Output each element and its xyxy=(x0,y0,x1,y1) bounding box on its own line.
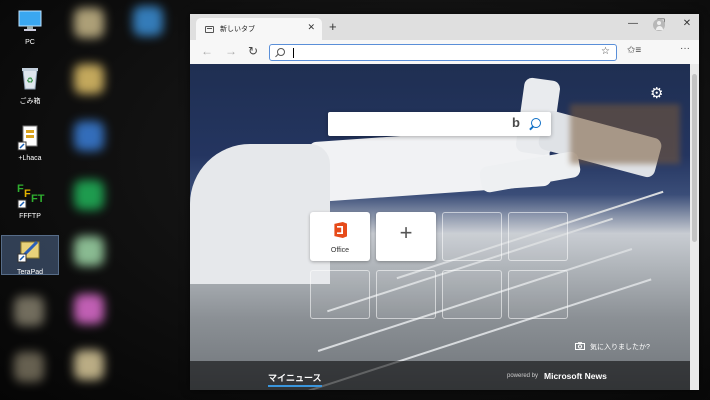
scrollbar-thumb[interactable] xyxy=(692,74,697,242)
tab-my-news[interactable]: マイニュース xyxy=(268,371,322,387)
svg-text:♻: ♻ xyxy=(26,76,33,85)
ffftp-icon: FFFTP xyxy=(15,180,52,210)
desktop-icon-ffftp[interactable]: FFFTP FFFTP xyxy=(2,180,58,220)
text-cursor xyxy=(293,48,294,58)
address-bar[interactable]: ☆ xyxy=(269,44,617,61)
new-tab-page: ⚙ b Office + 気に入りましたか? マイニュース powered by… xyxy=(190,64,690,390)
quick-link-empty xyxy=(376,270,436,319)
more-menu-icon[interactable]: ··· xyxy=(680,43,690,54)
new-tab-button[interactable]: + xyxy=(329,19,337,34)
blurred-icon xyxy=(74,121,104,151)
lhaca-icon xyxy=(15,122,45,152)
svg-text:F: F xyxy=(17,183,24,195)
add-quick-link-button[interactable]: + xyxy=(376,212,436,261)
pc-icon xyxy=(15,6,45,36)
microsoft-news-logo: Microsoft News xyxy=(544,371,607,381)
search-icon[interactable] xyxy=(531,118,541,128)
forward-button[interactable]: → xyxy=(225,44,237,58)
quick-link-label: Office xyxy=(330,247,350,254)
blurred-icon xyxy=(74,294,104,324)
tab-title: 新しいタブ xyxy=(220,26,255,33)
profile-avatar-icon[interactable] xyxy=(653,19,665,31)
close-window-button[interactable]: ✕ xyxy=(676,18,698,29)
svg-text:FTP: FTP xyxy=(31,193,45,205)
blurred-icon xyxy=(133,6,163,36)
desktop-icon-label: ごみ箱 xyxy=(19,98,41,105)
like-image-link[interactable]: 気に入りましたか? xyxy=(590,342,650,352)
terapad-icon xyxy=(15,236,45,266)
tab-bar: 新しいタブ ✕ + — ☐ ✕ xyxy=(190,14,699,40)
plus-icon: + xyxy=(399,220,413,245)
settings-gear-icon[interactable]: ⚙ xyxy=(650,84,663,102)
office-icon xyxy=(334,222,347,238)
desktop-icon-label: FFFTP xyxy=(19,213,41,220)
minimize-button[interactable]: — xyxy=(622,18,644,29)
refresh-button[interactable]: ↻ xyxy=(248,44,258,58)
recycle-bin-icon: ♻ xyxy=(15,63,45,93)
favorite-star-icon[interactable]: ☆ xyxy=(601,46,610,57)
quick-link-empty xyxy=(442,270,502,319)
favorites-list-icon[interactable]: ✩≡ xyxy=(627,45,641,56)
bing-logo-icon: b xyxy=(512,115,520,130)
page-search-box[interactable]: b xyxy=(328,112,551,136)
blurred-icon xyxy=(14,296,44,326)
powered-by-label: powered by xyxy=(507,373,539,379)
new-tab-page-icon xyxy=(205,25,214,33)
tab-new-tab[interactable]: 新しいタブ ✕ xyxy=(196,18,322,40)
search-icon xyxy=(277,48,285,56)
browser-window: 新しいタブ ✕ + — ☐ ✕ ← → ↻ ☆ ✩≡ ··· xyxy=(190,14,699,390)
quick-link-empty xyxy=(508,212,568,261)
quick-link-empty xyxy=(310,270,370,319)
tab-close-icon[interactable]: ✕ xyxy=(307,22,315,33)
svg-text:F: F xyxy=(24,188,31,200)
desktop-icon-terapad[interactable]: TeraPad xyxy=(1,235,59,276)
blurred-icon xyxy=(74,236,104,266)
quick-link-empty xyxy=(442,212,502,261)
desktop-icon-label: TeraPad xyxy=(16,269,44,276)
desktop-icon-label: PC xyxy=(25,39,35,46)
desktop-icon-lhaca[interactable]: +Lhaca xyxy=(2,122,58,162)
blurred-icon xyxy=(74,350,104,380)
news-bar: マイニュース powered by Microsoft News xyxy=(190,361,690,390)
desktop-icon-pc[interactable]: PC xyxy=(2,6,58,46)
quick-link-empty xyxy=(508,270,568,319)
blurred-icon xyxy=(74,64,104,94)
quick-link-office[interactable]: Office xyxy=(310,212,370,261)
desktop-icon-label: +Lhaca xyxy=(18,155,42,162)
back-button[interactable]: ← xyxy=(201,44,213,58)
blurred-icon xyxy=(74,180,104,210)
blurred-icon xyxy=(74,8,104,38)
page-scrollbar[interactable] xyxy=(690,64,699,390)
desktop-icon-recycle-bin[interactable]: ♻ ごみ箱 xyxy=(2,63,58,106)
camera-icon[interactable] xyxy=(575,342,585,352)
browser-toolbar: ← → ↻ ☆ ✩≡ ··· xyxy=(190,40,699,64)
blurred-icon xyxy=(14,352,44,382)
